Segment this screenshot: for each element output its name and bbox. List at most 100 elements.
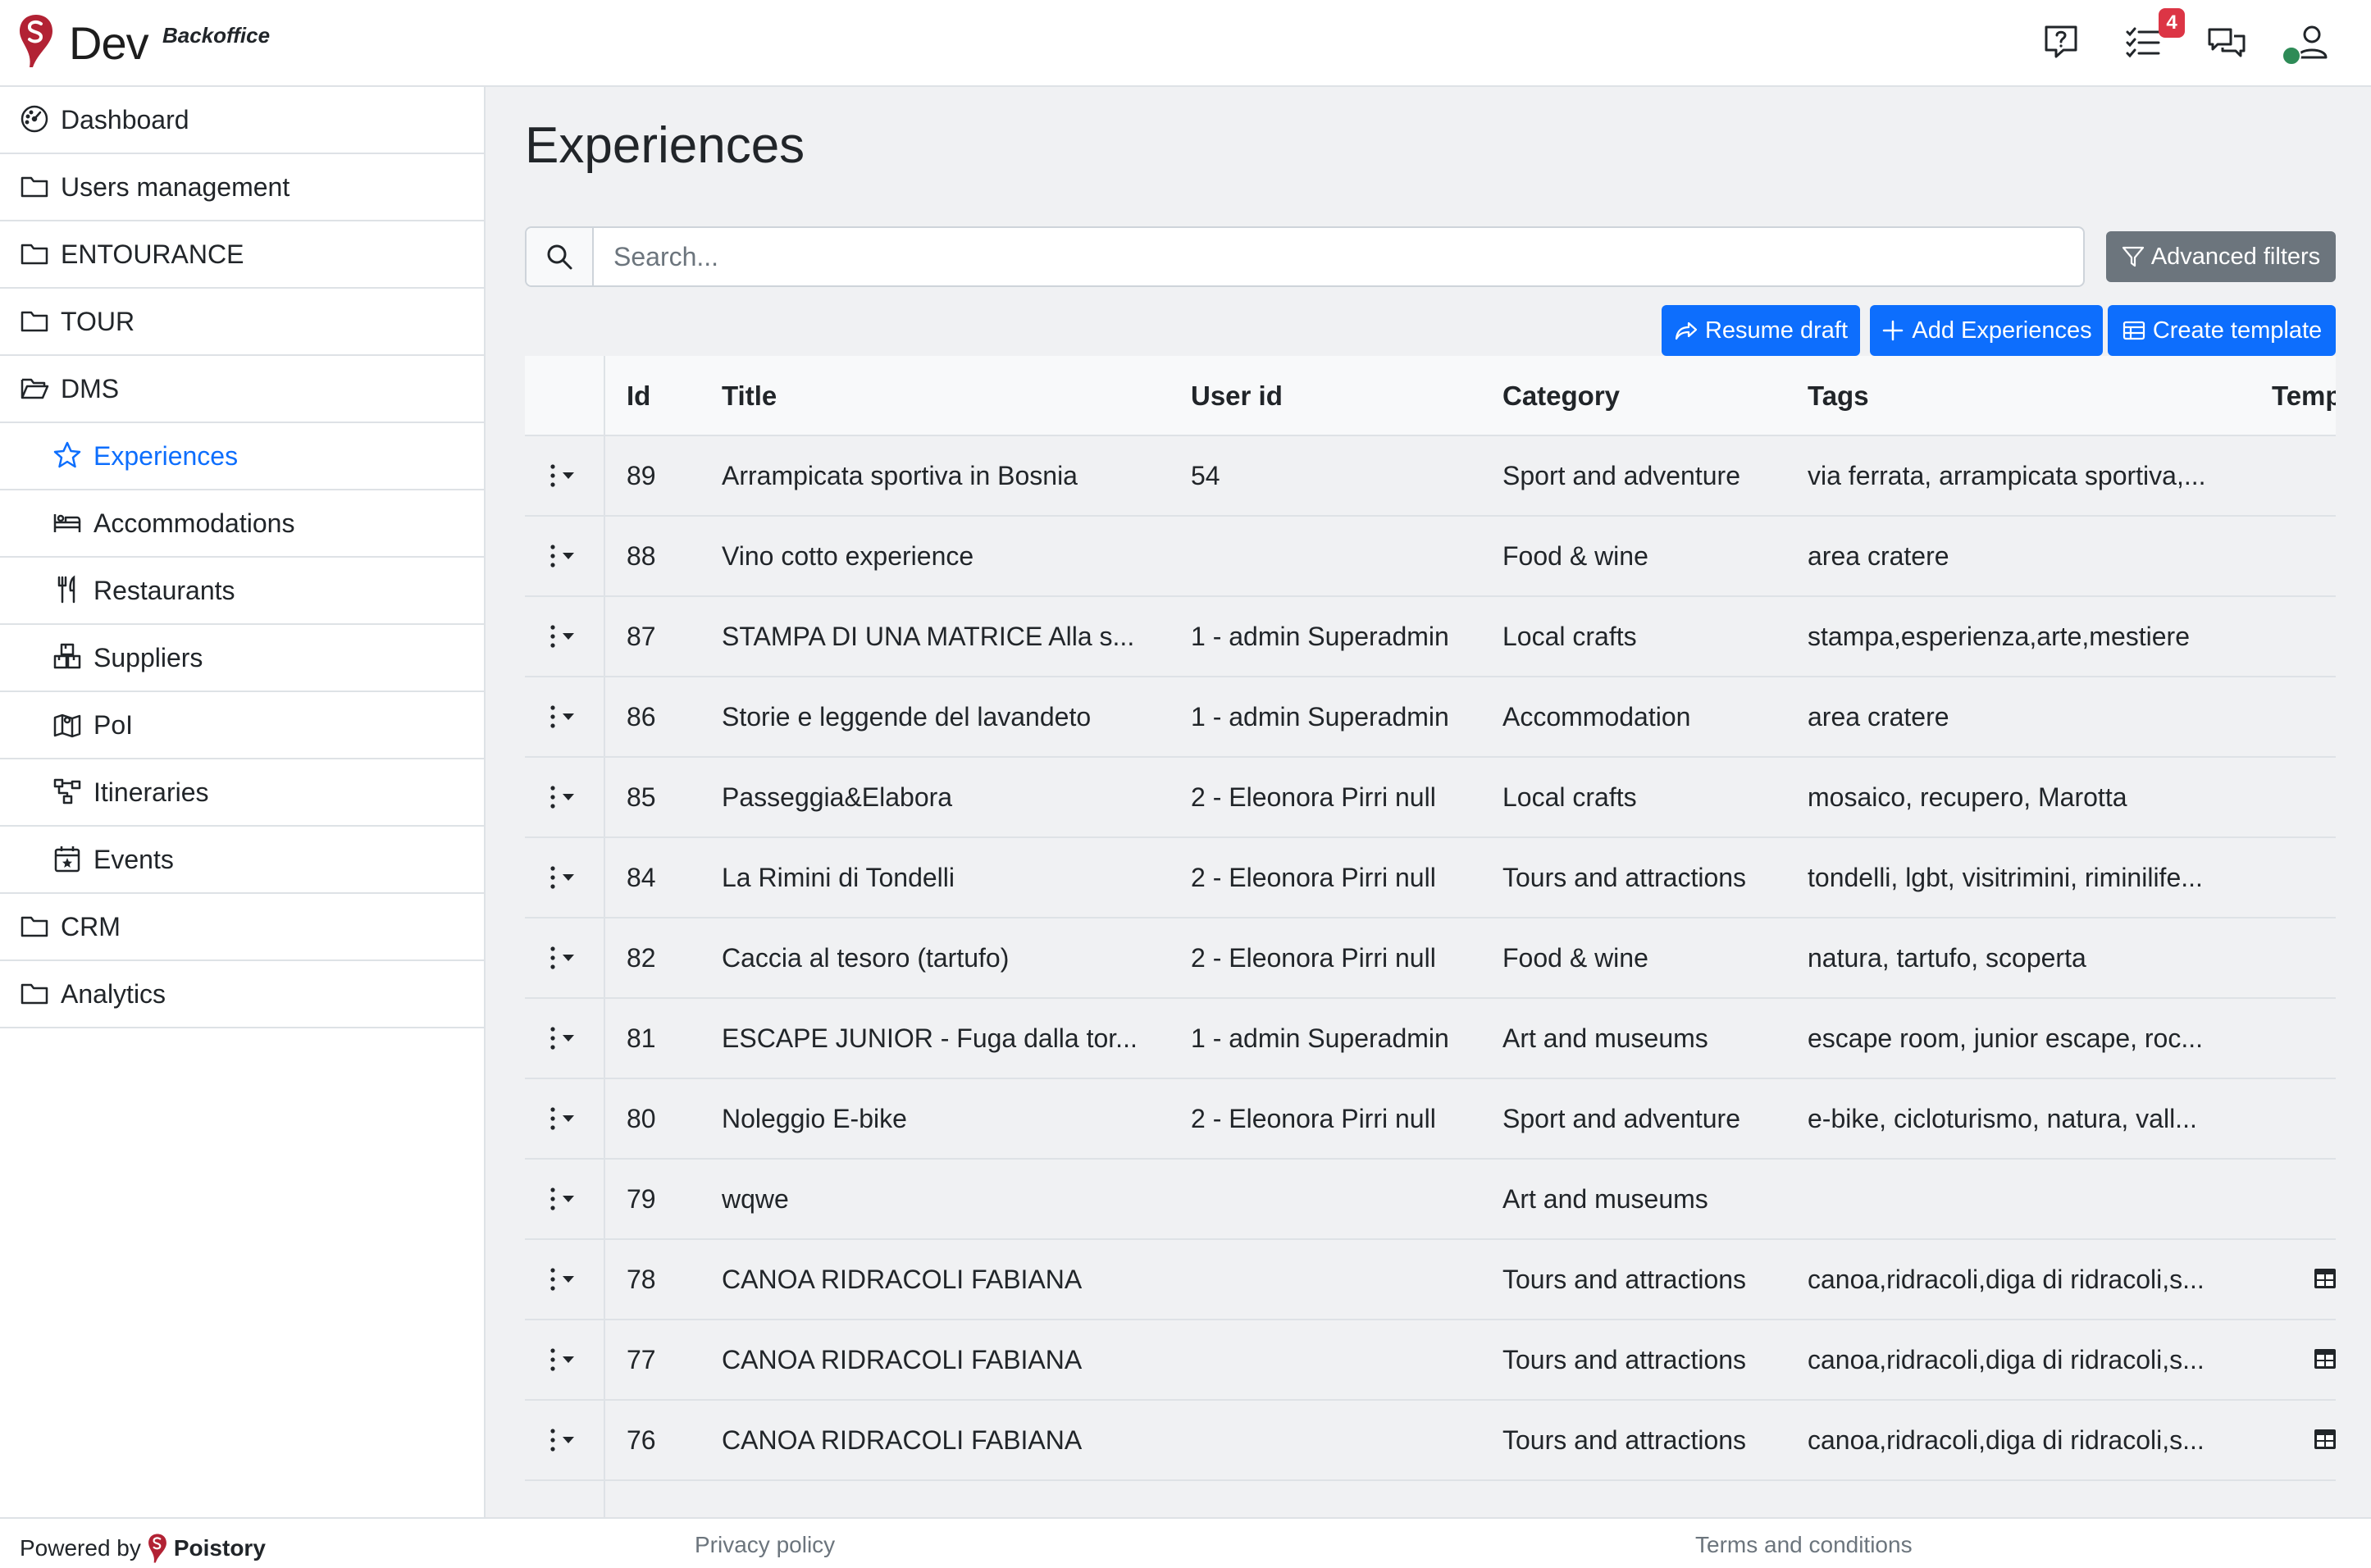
- cell-id: 78: [627, 1265, 656, 1294]
- cell-tags: mosaico, recupero, Marotta: [1808, 782, 2127, 812]
- row-actions-dropdown-icon[interactable]: [545, 1184, 582, 1214]
- row-actions-dropdown-icon[interactable]: [545, 1345, 582, 1374]
- row-actions-dropdown-icon[interactable]: [545, 1104, 582, 1133]
- table-row[interactable]: 85 Passeggia&Elabora 2 - Eleonora Pirri nu…: [525, 758, 2336, 838]
- column-header-user-id[interactable]: User id: [1191, 356, 1283, 436]
- table-row[interactable]: 76 CANOA RIDRACOLI FABIANA Tours and attra…: [525, 1401, 2336, 1481]
- sidebar-item-poi[interactable]: PoI: [0, 692, 484, 759]
- map-icon: [52, 709, 84, 741]
- sidebar-item-analytics[interactable]: Analytics: [0, 961, 484, 1028]
- sidebar-item-label: Users management: [61, 171, 290, 202]
- cell-id: 77: [627, 1345, 656, 1374]
- cell-user-id: 1 - admin Superadmin: [1191, 622, 1449, 651]
- online-status-dot: [2282, 46, 2301, 66]
- sidebar-item-crm[interactable]: CRM: [0, 894, 484, 961]
- sidebar-item-label: ENTOURANCE: [61, 239, 244, 269]
- sidebar-item-tour[interactable]: TOUR: [0, 289, 484, 356]
- template-table-icon[interactable]: [2313, 1266, 2336, 1291]
- chat-icon[interactable]: [2206, 21, 2247, 62]
- brand-name[interactable]: Dev: [69, 16, 149, 70]
- table-row[interactable]: 84 La Rimini di Tondelli 2 - Eleonora Pirr…: [525, 838, 2336, 918]
- sidebar-item-restaurants[interactable]: Restaurants: [0, 558, 484, 625]
- template-table-icon[interactable]: [2313, 1347, 2336, 1371]
- cell-id: 79: [627, 1184, 656, 1214]
- cell-user-id: [1191, 1401, 1486, 1479]
- row-actions-dropdown-icon[interactable]: [545, 541, 582, 571]
- cell-category: Food & wine: [1502, 943, 1648, 973]
- sidebar-item-label: Dashboard: [61, 104, 189, 134]
- cell-title: CANOA RIDRACOLI FABIANA: [722, 1265, 1083, 1294]
- table-row[interactable]: 79 wqwe Art and museums: [525, 1160, 2336, 1240]
- resume-draft-button[interactable]: Resume draft: [1662, 305, 1860, 356]
- cell-category: Local crafts: [1502, 782, 1637, 812]
- cell-id: 87: [627, 622, 656, 651]
- row-actions-dropdown-icon[interactable]: [545, 782, 582, 812]
- column-header-category[interactable]: Category: [1502, 356, 1620, 436]
- search-button[interactable]: [527, 228, 594, 285]
- resume-draft-label: Resume draft: [1704, 317, 1849, 344]
- column-header-id[interactable]: Id: [627, 356, 650, 436]
- row-actions-dropdown-icon[interactable]: [545, 1425, 582, 1455]
- sidebar-item-itineraries[interactable]: Itineraries: [0, 759, 484, 827]
- add-experiences-button[interactable]: Add Experiences: [1870, 305, 2103, 356]
- terms-and-conditions-link[interactable]: Terms and conditions: [1695, 1532, 1913, 1558]
- folder-icon: [20, 978, 51, 1010]
- sidebar-item-users-management[interactable]: Users management: [0, 154, 484, 221]
- sidebar-item-dashboard[interactable]: Dashboard: [0, 87, 484, 154]
- cell-user-id: 2 - Eleonora Pirri null: [1191, 863, 1436, 892]
- table-row[interactable]: 88 Vino cotto experience Food & wine area c…: [525, 517, 2336, 597]
- sidebar-item-suppliers[interactable]: Suppliers: [0, 625, 484, 692]
- table-row[interactable]: 82 Caccia al tesoro (tartufo) 2 - Eleonora…: [525, 918, 2336, 999]
- table-row[interactable]: 81 ESCAPE JUNIOR - Fuga dalla tor... 1 - a…: [525, 999, 2336, 1079]
- table-row[interactable]: 78 CANOA RIDRACOLI FABIANA Tours and attra…: [525, 1240, 2336, 1320]
- cell-title: Noleggio E-bike: [722, 1104, 907, 1133]
- cell-category: Art and museums: [1502, 1023, 1708, 1053]
- row-actions-dropdown-icon[interactable]: [545, 1265, 582, 1294]
- sidebar-item-events[interactable]: Events: [0, 827, 484, 894]
- row-actions-dropdown-icon[interactable]: [545, 622, 582, 651]
- sidebar-item-accommodations[interactable]: Accommodations: [0, 490, 484, 558]
- row-actions-dropdown-icon[interactable]: [545, 863, 582, 892]
- cell-title: STAMPA DI UNA MATRICE Alla s...: [722, 622, 1135, 651]
- table-row[interactable]: 77 CANOA RIDRACOLI FABIANA Tours and attra…: [525, 1320, 2336, 1401]
- table-row[interactable]: 80 Noleggio E-bike 2 - Eleonora Pirri null…: [525, 1079, 2336, 1160]
- cell-category: Tours and attractions: [1502, 1425, 1747, 1455]
- template-table-icon[interactable]: [2313, 1427, 2336, 1452]
- brand-logo-icon[interactable]: [18, 13, 54, 69]
- tasks-list-icon[interactable]: [2123, 21, 2164, 62]
- create-template-button[interactable]: Create template: [2108, 305, 2336, 356]
- sidebar-item-label: Analytics: [61, 978, 166, 1009]
- cell-title: Caccia al tesoro (tartufo): [722, 943, 1010, 973]
- table-row[interactable]: 87 STAMPA DI UNA MATRICE Alla s... 1 - adm…: [525, 597, 2336, 677]
- table-row[interactable]: 89 Arrampicata sportiva in Bosnia 54 Sport …: [525, 436, 2336, 517]
- sidebar-item-dms[interactable]: DMS: [0, 356, 484, 423]
- cell-user-id: 2 - Eleonora Pirri null: [1191, 782, 1436, 812]
- share-forward-icon: [1675, 321, 1698, 340]
- sidebar-item-label: Restaurants: [93, 575, 235, 605]
- cell-user-id: 2 - Eleonora Pirri null: [1191, 943, 1436, 973]
- help-question-icon[interactable]: [2040, 21, 2081, 62]
- table-row[interactable]: 86 Storie e leggende del lavandeto 1 - adm…: [525, 677, 2336, 758]
- sidebar-item-entourance[interactable]: ENTOURANCE: [0, 221, 484, 289]
- row-actions-dropdown-icon[interactable]: [545, 702, 582, 732]
- column-header-tags[interactable]: Tags: [1808, 356, 1869, 436]
- search-input[interactable]: [595, 228, 2080, 285]
- advanced-filters-button[interactable]: Advanced filters: [2106, 231, 2336, 282]
- cell-title: ESCAPE JUNIOR - Fuga dalla tor...: [722, 1023, 1138, 1053]
- column-divider: [604, 356, 605, 1517]
- row-actions-dropdown-icon[interactable]: [545, 1023, 582, 1053]
- cell-tags: escape room, junior escape, roc...: [1808, 1023, 2204, 1053]
- column-header-template[interactable]: Temp: [2272, 356, 2336, 436]
- poistory-brand[interactable]: Poistory: [174, 1535, 266, 1561]
- sidebar-item-label: CRM: [61, 911, 121, 941]
- privacy-policy-link[interactable]: Privacy policy: [695, 1532, 835, 1558]
- row-actions-dropdown-icon[interactable]: [545, 943, 582, 973]
- column-header-title[interactable]: Title: [722, 356, 777, 436]
- sidebar: Dashboard Users management ENTOURANCE TO…: [0, 87, 486, 1517]
- cell-tags: natura, tartufo, scoperta: [1808, 943, 2086, 973]
- star-icon: [52, 440, 84, 472]
- row-actions-dropdown-icon[interactable]: [545, 461, 582, 490]
- sidebar-item-experiences[interactable]: Experiences: [0, 423, 484, 490]
- cell-tags: area cratere: [1808, 702, 1949, 732]
- cell-user-id: 54: [1191, 461, 1220, 490]
